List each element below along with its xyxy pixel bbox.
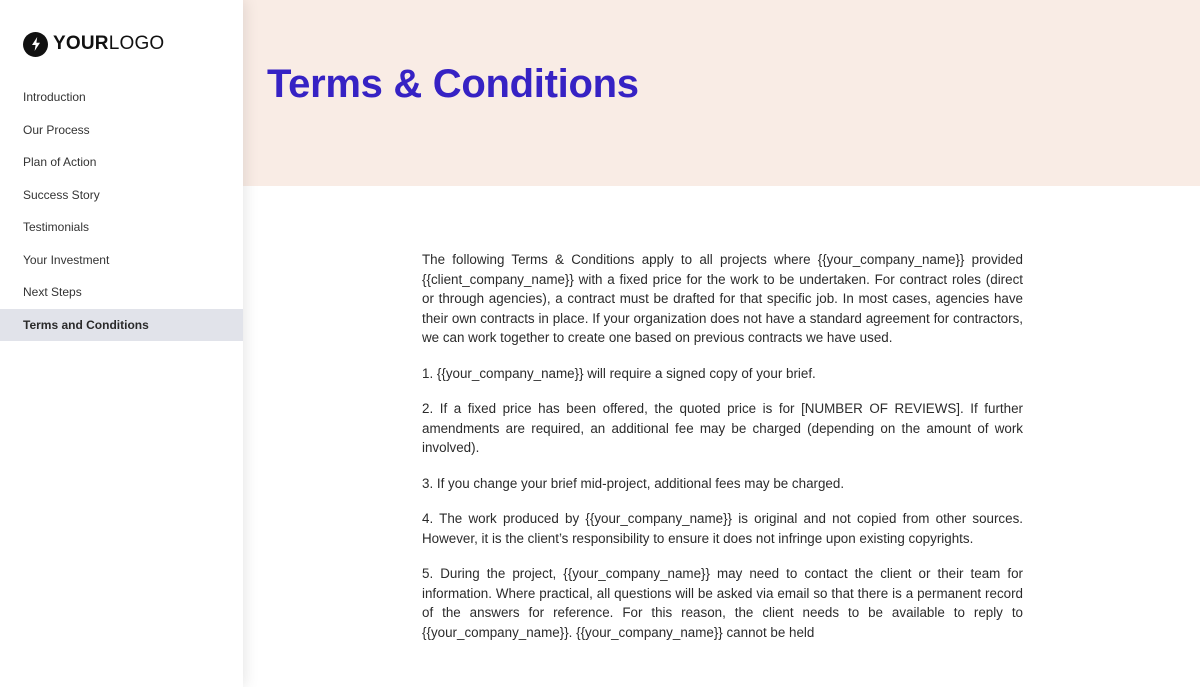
term-item-3: 3. If you change your brief mid-project,… [422,475,845,491]
sidebar-item-success-story[interactable]: Success Story [0,179,243,212]
page-title: Terms & Conditions [267,62,639,106]
terms-body: The following Terms & Conditions apply t… [422,250,1023,658]
logo[interactable]: YOURLOGO [23,31,164,57]
logo-text-light: LOGO [108,33,165,54]
hero-banner: Terms & Conditions [243,0,1200,186]
logo-text: YOURLOGO [53,31,164,57]
intro-paragraph: The following Terms & Conditions apply t… [422,252,1023,346]
proposal-page: YOURLOGO Introduction Our Process Plan o… [0,0,1200,687]
sidebar-item-next-steps[interactable]: Next Steps [0,276,243,309]
main-content: Terms & Conditions The following Terms &… [243,0,1200,687]
sidebar-item-introduction[interactable]: Introduction [0,81,243,114]
sidebar: YOURLOGO Introduction Our Process Plan o… [0,0,243,687]
logo-text-bold: YOUR [53,33,109,54]
sidebar-item-your-investment[interactable]: Your Investment [0,244,243,277]
sidebar-item-terms-and-conditions[interactable]: Terms and Conditions [0,308,243,341]
term-item-2: 2. If a fixed price has been offered, th… [422,401,1023,456]
term-item-1: 1. {{your_company_name}} will require a … [422,365,816,381]
term-item-5: 5. During the project, {{your_company_na… [422,566,1023,640]
sidebar-nav: Introduction Our Process Plan of Action … [0,81,243,341]
sidebar-item-plan-of-action[interactable]: Plan of Action [0,146,243,179]
term-item-4: 4. The work produced by {{your_company_n… [422,511,1023,546]
sidebar-item-our-process[interactable]: Our Process [0,114,243,147]
lightning-bolt-icon [23,31,48,57]
sidebar-item-testimonials[interactable]: Testimonials [0,211,243,244]
